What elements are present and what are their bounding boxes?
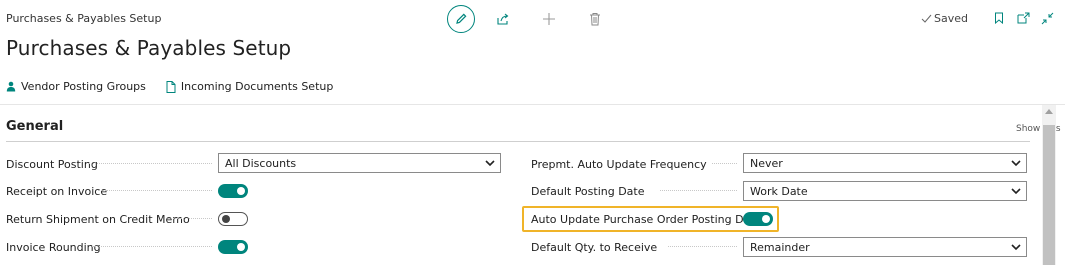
prepmt-frequency-label: Prepmt. Auto Update Frequency xyxy=(531,157,707,171)
field-receipt-on-invoice: Receipt on Invoice xyxy=(6,180,107,202)
leader-dots xyxy=(98,190,212,191)
return-shipment-label: Return Shipment on Credit Memo xyxy=(6,212,190,226)
default-qty-receive-value: Remainder xyxy=(750,240,810,254)
bookmark-button[interactable] xyxy=(988,9,1010,27)
scrollbar-thumb[interactable] xyxy=(1043,125,1055,265)
chevron-down-icon xyxy=(485,160,495,167)
person-icon xyxy=(6,81,16,92)
field-default-posting-date: Default Posting Date xyxy=(531,180,645,202)
vendor-posting-groups-action[interactable]: Vendor Posting Groups xyxy=(6,80,146,93)
toggle-knob xyxy=(222,215,230,223)
default-qty-receive-select[interactable]: Remainder xyxy=(743,237,1027,257)
open-new-window-button[interactable] xyxy=(1012,9,1034,27)
document-icon xyxy=(166,80,176,93)
field-auto-update-po-posting-date: Auto Update Purchase Order Posting Date xyxy=(531,208,761,230)
invoice-rounding-label: Invoice Rounding xyxy=(6,240,101,254)
edit-button[interactable] xyxy=(447,5,475,33)
default-posting-date-select[interactable]: Work Date xyxy=(743,181,1027,201)
default-posting-date-value: Work Date xyxy=(750,184,808,198)
window-controls xyxy=(988,9,1060,27)
action-bar-divider xyxy=(0,104,1065,105)
discount-posting-value: All Discounts xyxy=(225,156,297,170)
scroll-up-icon[interactable] xyxy=(1045,109,1053,114)
leader-dots xyxy=(92,246,212,247)
chevron-down-icon xyxy=(1011,160,1021,167)
saved-status: Saved xyxy=(921,12,968,25)
leader-dots xyxy=(668,246,737,247)
breadcrumb: Purchases & Payables Setup xyxy=(6,12,162,25)
field-invoice-rounding: Invoice Rounding xyxy=(6,236,101,258)
prepmt-frequency-value: Never xyxy=(750,156,783,170)
prepmt-frequency-select[interactable]: Never xyxy=(743,153,1027,173)
action-bar: Vendor Posting Groups Incoming Documents… xyxy=(6,80,353,93)
receipt-on-invoice-label: Receipt on Invoice xyxy=(6,184,108,198)
chevron-down-icon xyxy=(1011,244,1021,251)
vendor-posting-groups-label: Vendor Posting Groups xyxy=(21,80,146,93)
new-button[interactable] xyxy=(535,5,563,33)
leader-dots xyxy=(712,163,737,164)
page-title: Purchases & Payables Setup xyxy=(6,36,292,60)
collapse-button[interactable] xyxy=(1036,9,1058,27)
auto-update-po-date-toggle[interactable] xyxy=(743,212,773,226)
section-title-general[interactable]: General xyxy=(6,119,63,134)
toggle-knob xyxy=(237,243,245,251)
page-toolbar xyxy=(447,5,609,33)
default-posting-date-label: Default Posting Date xyxy=(531,184,645,198)
field-discount-posting: Discount Posting xyxy=(6,153,98,175)
delete-icon xyxy=(590,13,600,26)
share-button[interactable] xyxy=(489,5,517,33)
collapse-icon xyxy=(1041,12,1053,24)
bookmark-icon xyxy=(995,12,1003,24)
open-new-window-icon xyxy=(1017,12,1029,24)
edit-icon xyxy=(456,13,467,24)
leader-dots xyxy=(168,218,212,219)
field-return-shipment-on-credit-memo: Return Shipment on Credit Memo xyxy=(6,208,190,230)
incoming-documents-setup-label: Incoming Documents Setup xyxy=(180,80,334,93)
incoming-documents-setup-action[interactable]: Incoming Documents Setup xyxy=(166,80,333,93)
invoice-rounding-toggle[interactable] xyxy=(218,240,248,254)
return-shipment-toggle[interactable] xyxy=(218,212,248,226)
auto-update-po-date-label: Auto Update Purchase Order Posting Date xyxy=(531,212,762,226)
vertical-scrollbar[interactable] xyxy=(1042,105,1056,265)
field-default-qty-to-receive: Default Qty. to Receive xyxy=(531,236,657,258)
discount-posting-label: Discount Posting xyxy=(6,157,98,171)
checkmark-icon xyxy=(921,14,932,23)
share-icon xyxy=(497,13,509,25)
receipt-on-invoice-toggle[interactable] xyxy=(218,184,248,198)
discount-posting-select[interactable]: All Discounts xyxy=(218,153,501,173)
section-divider xyxy=(6,141,1030,142)
toggle-knob xyxy=(762,215,770,223)
saved-label: Saved xyxy=(934,12,968,25)
default-qty-receive-label: Default Qty. to Receive xyxy=(531,240,658,254)
toggle-knob xyxy=(237,187,245,195)
leader-dots xyxy=(660,190,737,191)
delete-button[interactable] xyxy=(581,5,609,33)
field-prepmt-auto-update-frequency: Prepmt. Auto Update Frequency xyxy=(531,153,707,175)
chevron-down-icon xyxy=(1011,188,1021,195)
new-icon xyxy=(543,13,555,25)
leader-dots xyxy=(88,163,212,164)
